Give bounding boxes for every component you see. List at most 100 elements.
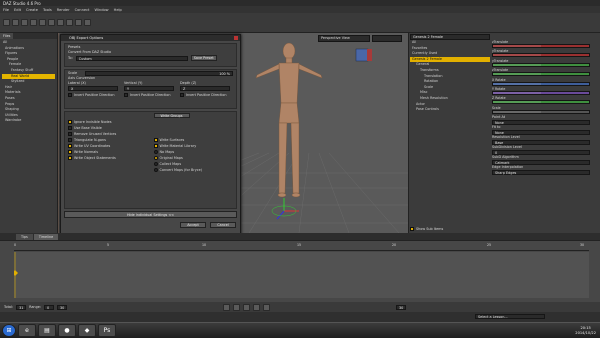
play-icon[interactable] (242, 303, 250, 311)
move-icon[interactable] (57, 19, 64, 26)
redo-icon[interactable] (39, 19, 46, 26)
param-row: yTranslate (492, 59, 590, 67)
dialog-title: OBJ Export Options (69, 36, 104, 40)
close-icon[interactable] (234, 36, 238, 40)
tab-files[interactable]: Files (0, 33, 14, 39)
next-frame-icon[interactable] (252, 303, 260, 311)
write-groups-button[interactable]: Write Groups (153, 113, 190, 118)
new-icon[interactable] (3, 19, 10, 26)
param-slider[interactable] (492, 100, 590, 105)
tick-label: 10 (202, 243, 207, 247)
windows-taskbar: ⊞ e ▤ ● ◆ Ps 20:15 2014/10/22 (0, 322, 600, 338)
menu-edit[interactable]: Edit (14, 8, 21, 12)
last-frame-icon[interactable] (262, 303, 270, 311)
range-end-input[interactable]: 30 (56, 304, 67, 310)
tree-item[interactable]: Wardrobe (2, 118, 55, 124)
lateral-select[interactable]: X (68, 86, 118, 91)
obj-export-dialog: OBJ Export Options Presets Convert From … (60, 34, 241, 236)
menu-bar: File Edit Create Tools Render Connect Wi… (0, 6, 600, 13)
left-options: Ignore Invisible Nodes Use Base Visible … (68, 113, 146, 207)
param-slider[interactable] (492, 109, 590, 114)
timeline-controls: Total: 31 Range: 0 30 30 (0, 302, 600, 312)
show-sub-items-checkbox[interactable]: Show Sub Items (410, 226, 443, 232)
folder-icon[interactable]: ▤ (38, 324, 56, 337)
figure-model (255, 42, 323, 198)
bottom-tabs: Tips Timeline (0, 233, 600, 240)
scale-icon[interactable] (75, 19, 82, 26)
rotate-icon[interactable] (66, 19, 73, 26)
depth-select[interactable]: Z (180, 86, 230, 91)
daz-icon[interactable]: ◆ (78, 324, 96, 337)
param-slider[interactable] (492, 81, 590, 86)
parameter-list: zTranslate yTranslate yTranslate zTransl… (492, 40, 590, 230)
convert-maps-radio[interactable]: Convert Maps (for Bryce) (153, 167, 234, 173)
invert-depth-checkbox[interactable]: Invert Positive Direction (180, 92, 230, 98)
tick-label: 5 (107, 243, 110, 247)
parameter-tree: All Favorites Currently Used Genesis 2 F… (410, 40, 490, 230)
hide-individual-settings-button[interactable]: Hide Individual Settings << (64, 211, 237, 218)
menu-file[interactable]: File (3, 8, 9, 12)
keyframe-marker (12, 252, 18, 298)
param-slider[interactable] (492, 62, 590, 67)
save-icon[interactable] (21, 19, 28, 26)
draw-style-select[interactable] (372, 35, 402, 42)
chrome-icon[interactable]: ● (58, 324, 76, 337)
select-icon[interactable] (48, 19, 55, 26)
timeline-track[interactable] (12, 252, 589, 298)
save-preset-button[interactable]: Save Preset (190, 55, 217, 61)
presets-section: Presets Convert From DAZ Studio To: Cust… (64, 43, 237, 67)
edge-interp-select[interactable]: Sharp Edges (492, 170, 590, 176)
undo-icon[interactable] (30, 19, 37, 26)
param-slider[interactable] (492, 44, 590, 48)
status-bar: Select a Lesson... (0, 312, 600, 322)
param-row: Y Rotate (492, 87, 590, 95)
vertical-select[interactable]: Y (124, 86, 174, 91)
menu-tools[interactable]: Tools (43, 8, 52, 12)
menu-connect[interactable]: Connect (75, 8, 90, 12)
write-object-statements-checkbox[interactable]: Write Object Statements (68, 155, 146, 161)
tick-label: 25 (487, 243, 492, 247)
cancel-button[interactable]: Cancel (210, 222, 236, 228)
tick-label: 15 (297, 243, 302, 247)
total-label: Total: (4, 304, 14, 309)
invert-vertical-checkbox[interactable]: Invert Positive Direction (124, 92, 174, 98)
menu-create[interactable]: Create (26, 8, 38, 12)
menu-window[interactable]: Window (94, 8, 108, 12)
tree-item[interactable]: Pose Controls (410, 107, 490, 113)
timeline-ruler[interactable]: 0 5 10 15 20 25 30 (14, 243, 589, 251)
param-row: Scale (492, 106, 590, 114)
accept-button[interactable]: Accept (180, 222, 206, 228)
photoshop-icon[interactable]: Ps (98, 324, 116, 337)
invert-lateral-checkbox[interactable]: Invert Positive Direction (68, 92, 118, 98)
range-start-input[interactable]: 0 (43, 304, 54, 310)
preset-select[interactable]: Custom (75, 55, 188, 61)
content-library-panel: Files All Animations Figures People Fema… (0, 33, 58, 233)
clock-date: 2014/10/22 (575, 330, 596, 335)
menu-help[interactable]: Help (114, 8, 122, 12)
param-row: yTranslate (492, 49, 590, 58)
param-row: X Rotate (492, 78, 590, 86)
param-row: zTranslate (492, 68, 590, 77)
param-slider[interactable] (492, 90, 590, 95)
options-section: Ignore Invisible Nodes Use Base Visible … (64, 111, 237, 209)
param-row: zTranslate (492, 40, 590, 48)
param-slider[interactable] (492, 53, 590, 58)
tick-label: 30 (580, 243, 585, 247)
menu-render[interactable]: Render (57, 8, 70, 12)
param-slider[interactable] (492, 72, 590, 77)
camera-select[interactable]: Perspective View (318, 35, 370, 42)
start-icon[interactable]: ⊞ (2, 324, 16, 337)
ie-icon[interactable]: e (18, 324, 36, 337)
scale-input[interactable]: 100 % (84, 71, 233, 76)
render-icon[interactable] (84, 19, 91, 26)
dialog-title-bar: OBJ Export Options (61, 35, 240, 41)
range-label: Range: (29, 304, 41, 309)
total-input[interactable]: 31 (16, 304, 27, 310)
first-frame-icon[interactable] (222, 303, 230, 311)
lesson-select[interactable]: Select a Lesson... (475, 314, 545, 319)
open-icon[interactable] (12, 19, 19, 26)
prev-frame-icon[interactable] (232, 303, 240, 311)
fps-input[interactable]: 30 (395, 304, 406, 310)
param-row: Z Rotate (492, 96, 590, 105)
clock[interactable]: 20:15 2014/10/22 (575, 326, 596, 335)
